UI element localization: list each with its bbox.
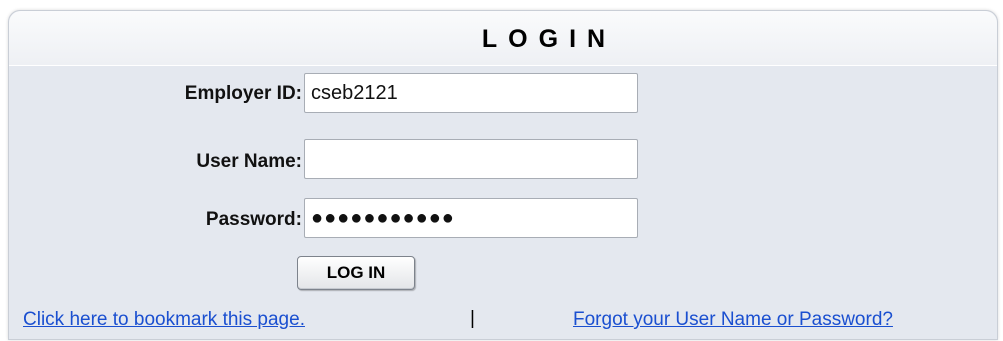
forgot-credentials-link[interactable]: Forgot your User Name or Password? (573, 309, 893, 331)
employer-id-value: cseb2121 (311, 82, 398, 104)
user-name-label: User Name: (196, 151, 302, 172)
login-header: LOGIN (9, 11, 997, 66)
login-title: LOGIN (481, 25, 617, 53)
login-panel: LOGIN Employer ID: cseb2121 User Name: P… (8, 10, 998, 340)
user-name-input[interactable] (304, 139, 638, 179)
employer-id-label: Employer ID: (184, 83, 302, 104)
password-masked-value: ●●●●●●●●●●● (311, 207, 455, 229)
password-label: Password: (205, 209, 302, 230)
login-button[interactable]: LOG IN (297, 256, 415, 290)
password-input[interactable]: ●●●●●●●●●●● (304, 198, 638, 238)
footer-separator: | (470, 308, 475, 329)
employer-id-input[interactable]: cseb2121 (304, 73, 638, 113)
bookmark-link[interactable]: Click here to bookmark this page. (23, 309, 305, 331)
